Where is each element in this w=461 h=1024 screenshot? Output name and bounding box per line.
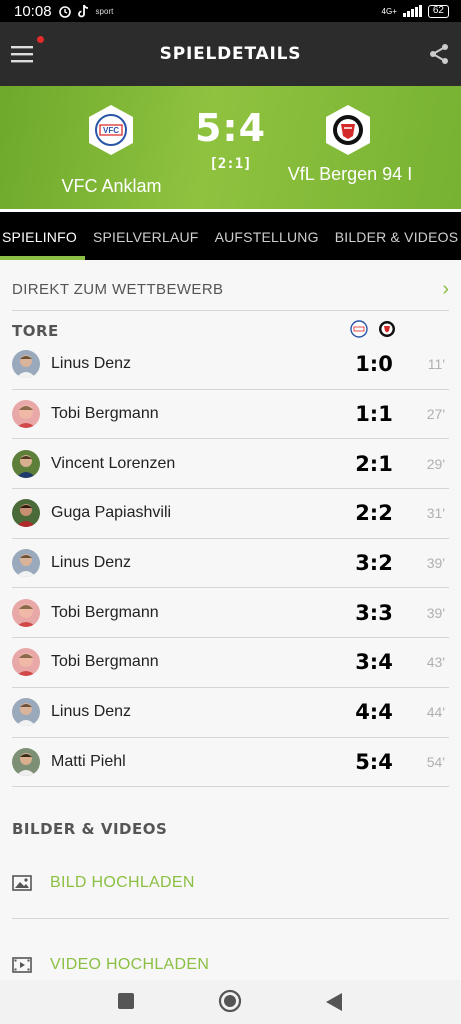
content-area: DIREKT ZUM WETTBEWERB › TORE Linus Denz …: [0, 260, 461, 980]
home-team-name[interactable]: VFC Anklam: [40, 176, 183, 196]
goal-minute: 29': [426, 455, 445, 472]
system-navigation-bar: [0, 980, 461, 1024]
goal-row[interactable]: Tobi Bergmann 1:1 27': [12, 390, 449, 440]
away-team-logo[interactable]: [324, 104, 372, 156]
app-bar: SPIELDETAILS: [0, 22, 461, 86]
image-icon: [12, 875, 32, 891]
video-icon: [12, 957, 32, 973]
tiktok-icon: [77, 4, 88, 18]
avatar: [12, 350, 40, 379]
home-team-mini-logo: [350, 320, 368, 338]
goal-minute: 39': [426, 555, 445, 572]
goal-score: 3:4: [355, 650, 393, 675]
alarm-icon: [58, 6, 71, 18]
avatar: [12, 499, 40, 528]
avatar: [12, 698, 40, 727]
network-type: 4G+: [381, 6, 397, 16]
avatar: [12, 598, 40, 627]
match-header: VFC 5:4 [2:1] VFC Anklam VfL Bergen 94 I: [0, 86, 461, 212]
goals-section-title: TORE: [12, 322, 59, 340]
away-team-name[interactable]: VfL Bergen 94 I: [282, 164, 418, 184]
goal-score: 3:2: [355, 551, 393, 576]
divider: [12, 310, 449, 311]
back-icon[interactable]: [325, 992, 343, 1012]
goal-minute: 44': [426, 704, 445, 721]
goal-score: 4:4: [355, 700, 393, 725]
goal-minute: 39': [426, 604, 445, 621]
goal-team-logos: [350, 320, 396, 338]
goals-list: Linus Denz 1:0 11' Tobi Bergmann 1:1 27'…: [12, 340, 449, 788]
goal-minute: 11': [427, 356, 445, 373]
goal-row[interactable]: Linus Denz 4:4 44': [12, 688, 449, 738]
avatar: [12, 648, 40, 677]
upload-image-label: BILD HOCHLADEN: [50, 874, 195, 891]
status-notification-label: sport: [95, 6, 114, 16]
upload-image-button[interactable]: BILD HOCHLADEN: [12, 874, 195, 892]
goal-score: 1:1: [355, 402, 393, 427]
final-score: 5:4: [194, 106, 267, 150]
away-team-mini-logo: [379, 321, 395, 337]
tab-bar: SPIELINFO SPIELVERLAUF AUFSTELLUNG BILDE…: [0, 212, 461, 260]
goal-row[interactable]: Tobi Bergmann 3:3 39': [12, 588, 449, 639]
avatar: [12, 400, 40, 429]
battery-icon: 62: [427, 4, 449, 18]
hamburger-icon: [11, 46, 33, 63]
recent-apps-icon[interactable]: [117, 992, 135, 1010]
signal-icon: [402, 5, 422, 17]
goal-minute: 43': [426, 654, 445, 671]
page-title: SPIELDETAILS: [159, 44, 302, 64]
notification-dot: [37, 36, 44, 43]
upload-video-label: VIDEO HOCHLADEN: [50, 956, 210, 973]
chevron-right-icon: ›: [442, 277, 449, 300]
avatar: [12, 549, 40, 578]
home-icon[interactable]: [218, 989, 242, 1013]
goal-minute: 54': [426, 753, 445, 770]
goal-score: 3:3: [355, 600, 393, 625]
share-button[interactable]: [427, 42, 451, 66]
goal-score: 2:2: [355, 501, 393, 526]
goal-score: 1:0: [355, 352, 393, 377]
goal-row[interactable]: Linus Denz 1:0 11': [12, 340, 449, 390]
goal-row[interactable]: Vincent Lorenzen 2:1 29': [12, 439, 449, 490]
direct-competition-label: DIREKT ZUM WETTBEWERB: [12, 280, 224, 298]
goal-row[interactable]: Tobi Bergmann 3:4 43': [12, 638, 449, 688]
goal-row[interactable]: Linus Denz 3:2 39': [12, 539, 449, 589]
goal-row[interactable]: Matti Piehl 5:4 54': [12, 738, 449, 788]
status-time: 10:08: [14, 2, 52, 20]
goal-score: 5:4: [355, 749, 393, 774]
goal-minute: 27': [426, 406, 445, 423]
status-bar: 10:08 sport 4G+ 62: [0, 0, 461, 22]
tab-aufstellung[interactable]: AUFSTELLUNG: [207, 212, 327, 260]
goal-minute: 31': [426, 505, 445, 522]
upload-video-button[interactable]: VIDEO HOCHLADEN: [12, 956, 209, 974]
share-icon: [430, 44, 448, 64]
divider: [12, 918, 449, 919]
menu-button[interactable]: [10, 36, 44, 66]
direct-competition-link[interactable]: DIREKT ZUM WETTBEWERB ›: [0, 268, 461, 310]
avatar: [12, 449, 40, 478]
goal-score: 2:1: [355, 451, 393, 476]
tab-spielverlauf[interactable]: SPIELVERLAUF: [85, 212, 207, 260]
media-section-title: BILDER & VIDEOS: [12, 820, 168, 838]
avatar: [12, 747, 40, 776]
tab-spielinfo[interactable]: SPIELINFO: [0, 212, 85, 260]
tab-bilder-videos[interactable]: BILDER & VIDEOS: [327, 212, 461, 260]
goal-row[interactable]: Guga Papiashvili 2:2 31': [12, 489, 449, 539]
